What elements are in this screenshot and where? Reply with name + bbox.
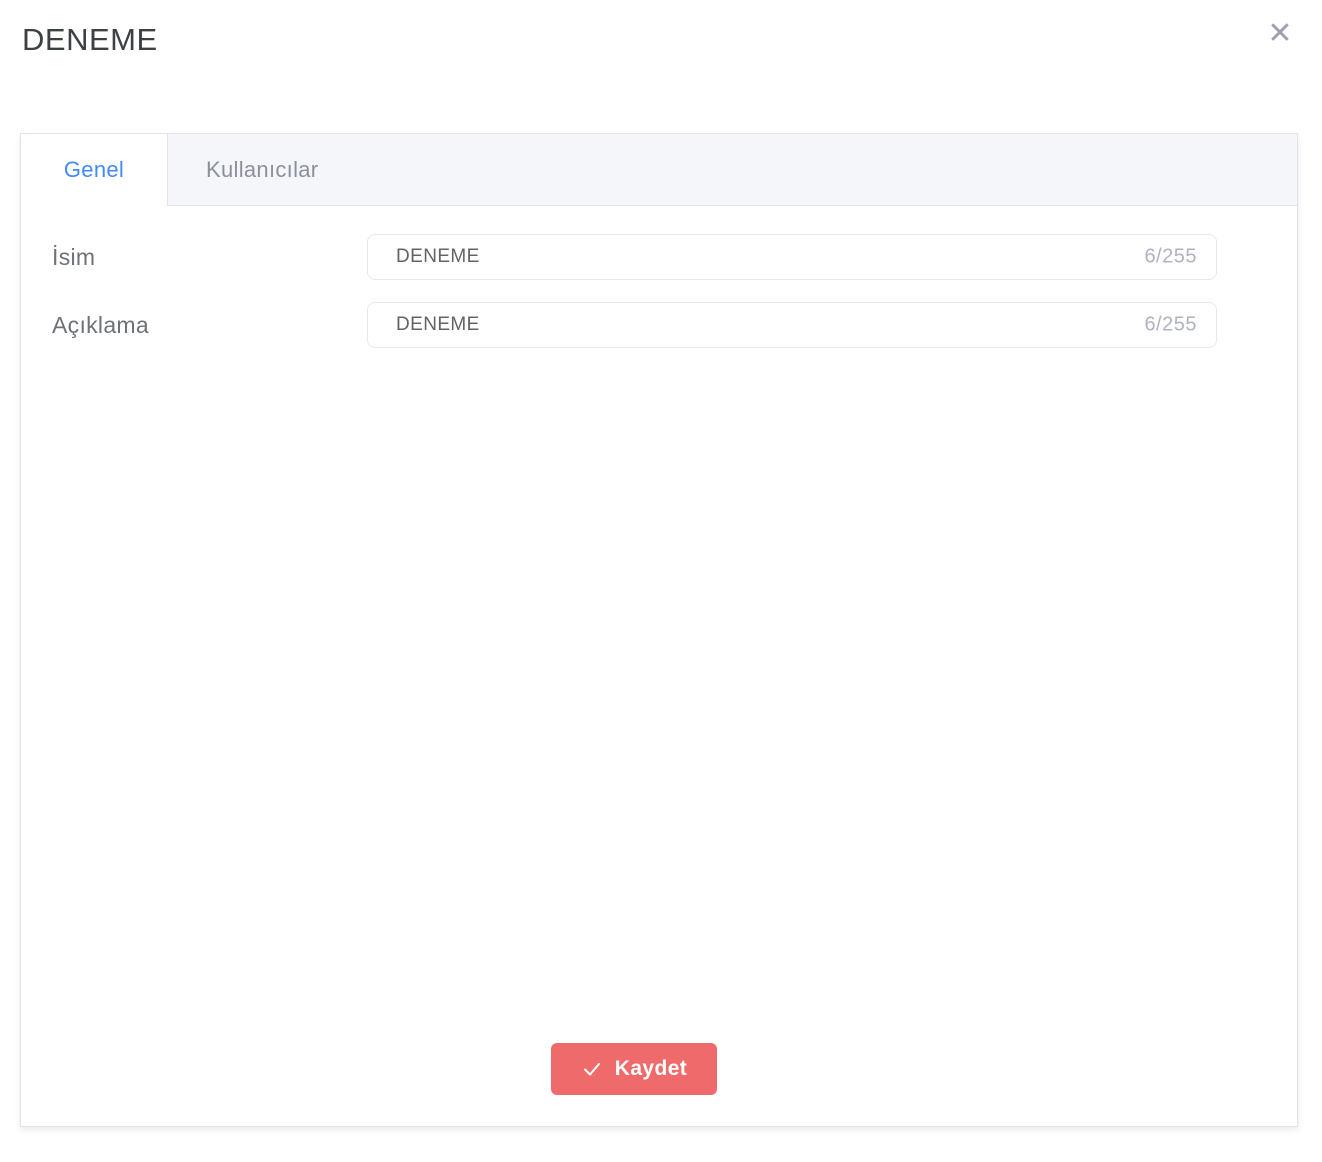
check-icon (581, 1058, 603, 1080)
isim-field-container: 6/255 (367, 234, 1217, 280)
tab-bar-filler: Kullanıcılar (168, 134, 1297, 206)
close-icon[interactable]: ✕ (1264, 18, 1296, 50)
page-title: DENEME (22, 22, 158, 58)
aciklama-input[interactable] (367, 302, 1217, 348)
isim-label: İsim (51, 244, 367, 271)
isim-form-row: İsim 6/255 (51, 234, 1217, 280)
tab-genel[interactable]: Genel (21, 134, 168, 206)
save-button[interactable]: Kaydet (551, 1043, 717, 1095)
tab-kullanicilar[interactable]: Kullanıcılar (168, 134, 318, 205)
tab-bar: Genel Kullanıcılar (21, 134, 1297, 206)
modal-panel: Genel Kullanıcılar İsim 6/255 Açıklama 6… (20, 133, 1298, 1127)
save-button-label: Kaydet (615, 1057, 687, 1081)
isim-input[interactable] (367, 234, 1217, 280)
aciklama-form-row: Açıklama 6/255 (51, 302, 1217, 348)
tab-panel-genel: İsim 6/255 Açıklama 6/255 Kaydet (21, 206, 1297, 1126)
aciklama-field-container: 6/255 (367, 302, 1217, 348)
panel-footer: Kaydet (51, 1043, 1217, 1126)
page-header: DENEME ✕ (0, 0, 1322, 110)
content-spacer (51, 370, 1217, 1043)
aciklama-label: Açıklama (51, 312, 367, 339)
